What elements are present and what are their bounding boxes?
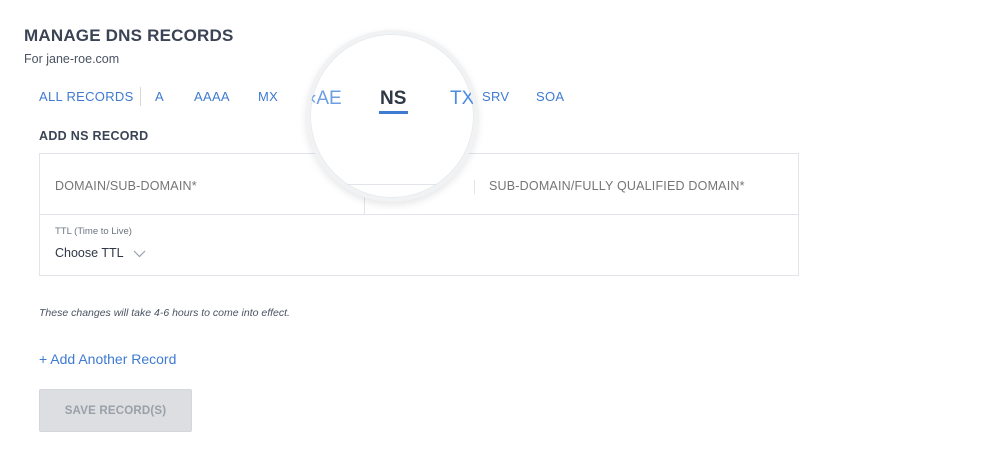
tab-all-records[interactable]: ALL RECORDS: [39, 89, 134, 104]
field-divider: [474, 180, 475, 194]
tab-txt-magnified[interactable]: TX: [450, 88, 474, 110]
tab-divider: [140, 87, 141, 106]
tab-aaaa[interactable]: AAAA: [194, 89, 230, 104]
tab-srv[interactable]: SRV: [482, 89, 509, 104]
tab-soa[interactable]: SOA: [536, 89, 564, 104]
tab-mx[interactable]: MX: [258, 89, 278, 104]
save-records-button[interactable]: SAVE RECORD(S): [39, 389, 192, 432]
tab-cname-magnified[interactable]: ‹AE: [310, 88, 342, 110]
target-domain-input[interactable]: [489, 179, 789, 193]
add-another-record-link[interactable]: + Add Another Record: [39, 351, 176, 367]
magnified-divider: [346, 184, 450, 185]
dns-records-page: MANAGE DNS RECORDS For jane-roe.com ALL …: [0, 0, 985, 459]
propagation-notice: These changes will take 4-6 hours to com…: [39, 307, 290, 319]
record-type-tabs: ALL RECORDS A AAAA MX SRV SOA: [0, 0, 985, 130]
magnifier-lens: ‹AE NS TX: [306, 30, 478, 202]
tab-ns-active[interactable]: NS: [380, 88, 406, 110]
row-divider: [40, 214, 798, 215]
ttl-select[interactable]: Choose TTL: [55, 245, 146, 261]
tab-a[interactable]: A: [155, 89, 164, 104]
ttl-label: TTL (Time to Live): [55, 226, 132, 237]
chevron-down-icon: [133, 247, 146, 261]
active-tab-indicator: [379, 111, 408, 114]
ttl-value: Choose TTL: [55, 246, 124, 260]
domain-input[interactable]: [55, 179, 335, 193]
magnified-divider: [473, 181, 474, 195]
section-title: ADD NS RECORD: [39, 129, 149, 143]
